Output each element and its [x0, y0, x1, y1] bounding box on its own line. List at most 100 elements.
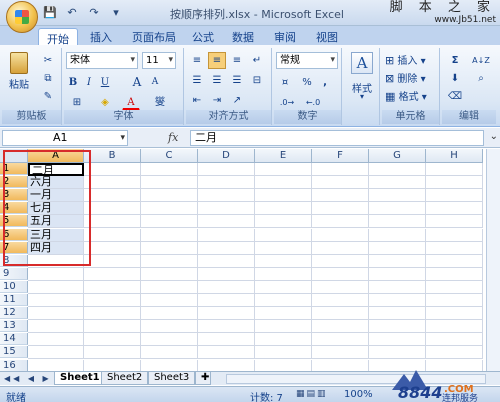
styles-icon[interactable]: A: [351, 52, 373, 74]
cell-a16[interactable]: [28, 359, 84, 371]
cell-h8[interactable]: [426, 254, 483, 268]
row-header-4[interactable]: 4: [0, 202, 28, 215]
column-header-e[interactable]: E: [255, 149, 312, 163]
cell-e12[interactable]: [255, 307, 312, 321]
cell-a13[interactable]: [28, 320, 84, 334]
align-top-icon[interactable]: ≡: [188, 52, 206, 69]
cell-h6[interactable]: [426, 228, 483, 242]
paste-button[interactable]: 粘贴: [6, 50, 32, 96]
currency-icon[interactable]: ¤: [276, 74, 294, 91]
cell-e7[interactable]: [255, 241, 312, 255]
cell-b3[interactable]: [84, 189, 141, 203]
cell-e15[interactable]: [255, 346, 312, 360]
percent-button[interactable]: %: [300, 74, 314, 91]
sort-filter-button[interactable]: A↓Z: [468, 52, 494, 69]
cell-b11[interactable]: [84, 294, 141, 308]
format-painter-icon[interactable]: ✎: [40, 88, 56, 105]
cell-g12[interactable]: [369, 307, 426, 321]
cell-g2[interactable]: [369, 176, 426, 190]
cell-b14[interactable]: [84, 333, 141, 347]
cell-c6[interactable]: [141, 228, 198, 242]
cell-c5[interactable]: [141, 215, 198, 229]
worksheet-grid[interactable]: ABCDEFGH 1 二月 2 六月 3 一月 4 七月 5 五月 6 三月 7 四月 8 9 10 11 12 13…: [0, 149, 500, 371]
row-header-7[interactable]: 7: [0, 241, 28, 254]
shrink-font-button[interactable]: A: [148, 74, 162, 91]
cell-g5[interactable]: [369, 215, 426, 229]
cell-b1[interactable]: [84, 163, 141, 177]
cell-c1[interactable]: [141, 163, 198, 177]
cell-b8[interactable]: [84, 254, 141, 268]
cell-a14[interactable]: [28, 333, 84, 347]
zoom-level[interactable]: 100%: [344, 389, 373, 400]
cell-f12[interactable]: [312, 307, 369, 321]
grow-font-button[interactable]: A: [130, 74, 144, 91]
tab-review[interactable]: 审阅: [274, 29, 296, 45]
cell-c14[interactable]: [141, 333, 198, 347]
cell-g6[interactable]: [369, 228, 426, 242]
cell-d13[interactable]: [198, 320, 255, 334]
cell-b15[interactable]: [84, 346, 141, 360]
cell-f16[interactable]: [312, 359, 369, 371]
cell-f11[interactable]: [312, 294, 369, 308]
delete-cells-button[interactable]: ⊠ 删除 ▾: [384, 70, 436, 87]
cell-f8[interactable]: [312, 254, 369, 268]
select-all-corner[interactable]: [0, 149, 28, 163]
column-header-h[interactable]: H: [426, 149, 483, 163]
format-cells-button[interactable]: ▦ 格式 ▾: [384, 88, 436, 105]
expand-formula-bar-icon[interactable]: ⌄: [490, 131, 498, 142]
name-box-dropdown-icon[interactable]: ▾: [120, 131, 125, 145]
cell-h10[interactable]: [426, 280, 483, 294]
cell-e14[interactable]: [255, 333, 312, 347]
font-size-select[interactable]: 11: [142, 52, 176, 69]
cell-c13[interactable]: [141, 320, 198, 334]
cell-d11[interactable]: [198, 294, 255, 308]
cell-a10[interactable]: [28, 280, 84, 294]
cell-a7[interactable]: 四月: [28, 241, 84, 255]
cell-e6[interactable]: [255, 228, 312, 242]
cell-a8[interactable]: [28, 254, 84, 268]
cell-a4[interactable]: 七月: [28, 202, 84, 216]
cell-c12[interactable]: [141, 307, 198, 321]
row-header-5[interactable]: 5: [0, 215, 28, 228]
cell-f4[interactable]: [312, 202, 369, 216]
font-name-select[interactable]: 宋体: [66, 52, 138, 69]
cell-c7[interactable]: [141, 241, 198, 255]
cell-a3[interactable]: 一月: [28, 189, 84, 203]
tab-data[interactable]: 数据: [232, 29, 254, 45]
column-header-c[interactable]: C: [141, 149, 198, 163]
cell-c3[interactable]: [141, 189, 198, 203]
office-button[interactable]: [6, 1, 38, 33]
cell-f14[interactable]: [312, 333, 369, 347]
align-right-icon[interactable]: ☰: [228, 72, 246, 89]
cell-h1[interactable]: [426, 163, 483, 177]
cell-h3[interactable]: [426, 189, 483, 203]
cell-f9[interactable]: [312, 267, 369, 281]
increase-decimal-icon[interactable]: .0→: [276, 94, 298, 111]
cell-b6[interactable]: [84, 228, 141, 242]
find-select-icon[interactable]: ⌕: [468, 70, 494, 87]
cell-f15[interactable]: [312, 346, 369, 360]
cell-h11[interactable]: [426, 294, 483, 308]
cell-d16[interactable]: [198, 359, 255, 371]
cell-b10[interactable]: [84, 280, 141, 294]
cell-g4[interactable]: [369, 202, 426, 216]
cell-b9[interactable]: [84, 267, 141, 281]
increase-indent-icon[interactable]: ⇥: [208, 92, 226, 109]
cell-e8[interactable]: [255, 254, 312, 268]
row-header-2[interactable]: 2: [0, 176, 28, 189]
styles-dropdown-icon[interactable]: ▾: [344, 92, 380, 101]
formula-input[interactable]: 二月: [190, 130, 484, 146]
cell-a11[interactable]: [28, 294, 84, 308]
comma-button[interactable]: ,: [318, 74, 332, 91]
cell-g8[interactable]: [369, 254, 426, 268]
cell-d2[interactable]: [198, 176, 255, 190]
font-color-button[interactable]: A: [122, 94, 140, 111]
save-icon[interactable]: 💾: [42, 5, 58, 21]
cell-g10[interactable]: [369, 280, 426, 294]
cell-a2[interactable]: 六月: [28, 176, 84, 190]
cell-a15[interactable]: [28, 346, 84, 360]
cell-h12[interactable]: [426, 307, 483, 321]
cell-c2[interactable]: [141, 176, 198, 190]
insert-cells-button[interactable]: ⊞ 插入 ▾: [384, 52, 436, 69]
cell-c16[interactable]: [141, 359, 198, 371]
